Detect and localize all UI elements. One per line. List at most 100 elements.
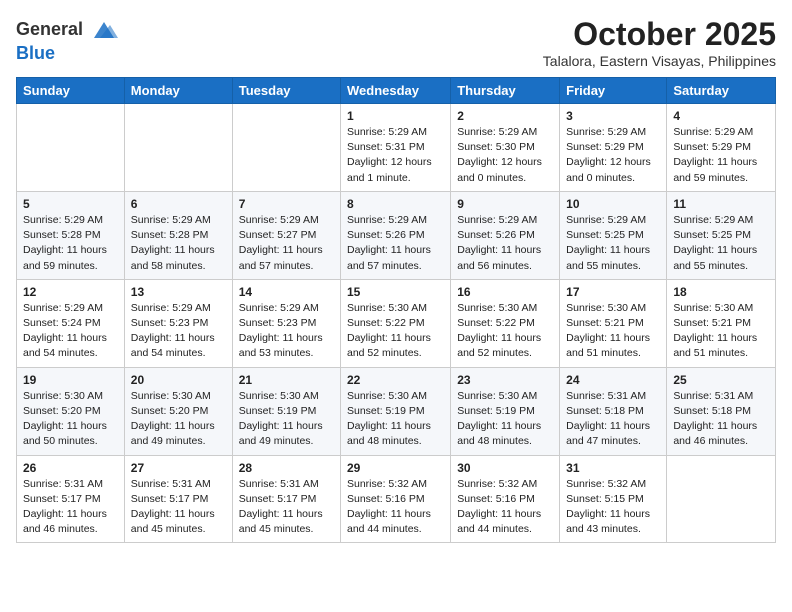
day-number: 6	[131, 197, 226, 211]
day-number: 30	[457, 461, 553, 475]
day-info: Sunrise: 5:29 AMSunset: 5:30 PMDaylight:…	[457, 125, 553, 186]
day-info: Sunrise: 5:31 AMSunset: 5:17 PMDaylight:…	[239, 477, 334, 538]
calendar-week-row: 19 Sunrise: 5:30 AMSunset: 5:20 PMDayligh…	[17, 367, 776, 455]
calendar-cell	[17, 104, 125, 192]
day-info: Sunrise: 5:29 AMSunset: 5:29 PMDaylight:…	[673, 125, 769, 186]
calendar-week-row: 5 Sunrise: 5:29 AMSunset: 5:28 PMDaylight…	[17, 191, 776, 279]
calendar-week-row: 1 Sunrise: 5:29 AMSunset: 5:31 PMDaylight…	[17, 104, 776, 192]
weekday-header: Sunday	[17, 78, 125, 104]
day-info: Sunrise: 5:29 AMSunset: 5:25 PMDaylight:…	[673, 213, 769, 274]
weekday-header: Saturday	[667, 78, 776, 104]
calendar-cell: 25 Sunrise: 5:31 AMSunset: 5:18 PMDayligh…	[667, 367, 776, 455]
day-number: 11	[673, 197, 769, 211]
calendar-cell: 24Sunrise: 5:31 AMSunset: 5:18 PMDayligh…	[560, 367, 667, 455]
day-number: 17	[566, 285, 660, 299]
day-number: 21	[239, 373, 334, 387]
day-info: Sunrise: 5:30 AMSunset: 5:21 PMDaylight:…	[566, 301, 660, 362]
day-number: 23	[457, 373, 553, 387]
weekday-header: Friday	[560, 78, 667, 104]
day-number: 20	[131, 373, 226, 387]
day-info: Sunrise: 5:31 AMSunset: 5:17 PMDaylight:…	[131, 477, 226, 538]
weekday-header: Monday	[124, 78, 232, 104]
day-number: 25	[673, 373, 769, 387]
weekday-header: Wednesday	[341, 78, 451, 104]
day-info: Sunrise: 5:30 AMSunset: 5:20 PMDaylight:…	[131, 389, 226, 450]
day-number: 14	[239, 285, 334, 299]
calendar-cell	[124, 104, 232, 192]
day-number: 28	[239, 461, 334, 475]
day-info: Sunrise: 5:29 AMSunset: 5:25 PMDaylight:…	[566, 213, 660, 274]
weekday-header: Thursday	[451, 78, 560, 104]
calendar-cell: 16 Sunrise: 5:30 AMSunset: 5:22 PMDayligh…	[451, 279, 560, 367]
day-info: Sunrise: 5:29 AMSunset: 5:24 PMDaylight:…	[23, 301, 118, 362]
day-number: 31	[566, 461, 660, 475]
calendar-cell: 14 Sunrise: 5:29 AMSunset: 5:23 PMDayligh…	[232, 279, 340, 367]
weekday-header-row: SundayMondayTuesdayWednesdayThursdayFrid…	[17, 78, 776, 104]
calendar-cell: 1 Sunrise: 5:29 AMSunset: 5:31 PMDaylight…	[341, 104, 451, 192]
day-number: 2	[457, 109, 553, 123]
day-info: Sunrise: 5:29 AMSunset: 5:26 PMDaylight:…	[457, 213, 553, 274]
day-info: Sunrise: 5:29 AMSunset: 5:31 PMDaylight:…	[347, 125, 444, 186]
day-info: Sunrise: 5:30 AMSunset: 5:22 PMDaylight:…	[457, 301, 553, 362]
calendar-cell: 4 Sunrise: 5:29 AMSunset: 5:29 PMDaylight…	[667, 104, 776, 192]
day-info: Sunrise: 5:29 AMSunset: 5:23 PMDaylight:…	[239, 301, 334, 362]
day-info: Sunrise: 5:30 AMSunset: 5:20 PMDaylight:…	[23, 389, 118, 450]
calendar-week-row: 26 Sunrise: 5:31 AMSunset: 5:17 PMDayligh…	[17, 455, 776, 543]
logo-blue: Blue	[16, 43, 55, 63]
calendar-cell: 19 Sunrise: 5:30 AMSunset: 5:20 PMDayligh…	[17, 367, 125, 455]
day-info: Sunrise: 5:30 AMSunset: 5:19 PMDaylight:…	[239, 389, 334, 450]
day-number: 22	[347, 373, 444, 387]
calendar-cell: 23Sunrise: 5:30 AMSunset: 5:19 PMDayligh…	[451, 367, 560, 455]
calendar-cell: 31 Sunrise: 5:32 AMSunset: 5:15 PMDayligh…	[560, 455, 667, 543]
day-number: 29	[347, 461, 444, 475]
logo-icon	[90, 16, 118, 44]
day-number: 12	[23, 285, 118, 299]
day-number: 7	[239, 197, 334, 211]
day-number: 10	[566, 197, 660, 211]
day-number: 26	[23, 461, 118, 475]
calendar-cell: 13Sunrise: 5:29 AMSunset: 5:23 PMDayligh…	[124, 279, 232, 367]
calendar-cell: 18Sunrise: 5:30 AMSunset: 5:21 PMDayligh…	[667, 279, 776, 367]
day-info: Sunrise: 5:32 AMSunset: 5:16 PMDaylight:…	[457, 477, 553, 538]
calendar-cell: 2 Sunrise: 5:29 AMSunset: 5:30 PMDaylight…	[451, 104, 560, 192]
day-number: 16	[457, 285, 553, 299]
weekday-header: Tuesday	[232, 78, 340, 104]
calendar-cell: 27 Sunrise: 5:31 AMSunset: 5:17 PMDayligh…	[124, 455, 232, 543]
calendar: SundayMondayTuesdayWednesdayThursdayFrid…	[16, 77, 776, 543]
day-info: Sunrise: 5:29 AMSunset: 5:28 PMDaylight:…	[131, 213, 226, 274]
calendar-cell: 29 Sunrise: 5:32 AMSunset: 5:16 PMDayligh…	[341, 455, 451, 543]
day-info: Sunrise: 5:29 AMSunset: 5:26 PMDaylight:…	[347, 213, 444, 274]
day-info: Sunrise: 5:32 AMSunset: 5:15 PMDaylight:…	[566, 477, 660, 538]
calendar-cell: 6 Sunrise: 5:29 AMSunset: 5:28 PMDaylight…	[124, 191, 232, 279]
calendar-cell: 8Sunrise: 5:29 AMSunset: 5:26 PMDaylight…	[341, 191, 451, 279]
day-info: Sunrise: 5:30 AMSunset: 5:22 PMDaylight:…	[347, 301, 444, 362]
location-title: Talalora, Eastern Visayas, Philippines	[543, 53, 776, 69]
day-info: Sunrise: 5:29 AMSunset: 5:23 PMDaylight:…	[131, 301, 226, 362]
day-number: 27	[131, 461, 226, 475]
day-info: Sunrise: 5:29 AMSunset: 5:28 PMDaylight:…	[23, 213, 118, 274]
calendar-cell: 21 Sunrise: 5:30 AMSunset: 5:19 PMDayligh…	[232, 367, 340, 455]
day-info: Sunrise: 5:29 AMSunset: 5:29 PMDaylight:…	[566, 125, 660, 186]
calendar-cell: 3Sunrise: 5:29 AMSunset: 5:29 PMDaylight…	[560, 104, 667, 192]
calendar-week-row: 12 Sunrise: 5:29 AMSunset: 5:24 PMDayligh…	[17, 279, 776, 367]
day-info: Sunrise: 5:31 AMSunset: 5:18 PMDaylight:…	[566, 389, 660, 450]
day-info: Sunrise: 5:29 AMSunset: 5:27 PMDaylight:…	[239, 213, 334, 274]
day-number: 19	[23, 373, 118, 387]
calendar-cell: 30 Sunrise: 5:32 AMSunset: 5:16 PMDayligh…	[451, 455, 560, 543]
day-info: Sunrise: 5:31 AMSunset: 5:18 PMDaylight:…	[673, 389, 769, 450]
calendar-cell: 22 Sunrise: 5:30 AMSunset: 5:19 PMDayligh…	[341, 367, 451, 455]
day-info: Sunrise: 5:32 AMSunset: 5:16 PMDaylight:…	[347, 477, 444, 538]
calendar-cell: 20 Sunrise: 5:30 AMSunset: 5:20 PMDayligh…	[124, 367, 232, 455]
header: General Blue October 2025 Talalora, East…	[16, 16, 776, 69]
month-title: October 2025	[543, 16, 776, 53]
logo: General Blue	[16, 16, 118, 64]
calendar-cell: 12 Sunrise: 5:29 AMSunset: 5:24 PMDayligh…	[17, 279, 125, 367]
day-number: 1	[347, 109, 444, 123]
calendar-cell: 11 Sunrise: 5:29 AMSunset: 5:25 PMDayligh…	[667, 191, 776, 279]
calendar-cell: 26Sunrise: 5:31 AMSunset: 5:17 PMDayligh…	[17, 455, 125, 543]
calendar-body: 1 Sunrise: 5:29 AMSunset: 5:31 PMDaylight…	[17, 104, 776, 543]
day-number: 5	[23, 197, 118, 211]
calendar-cell: 9Sunrise: 5:29 AMSunset: 5:26 PMDaylight…	[451, 191, 560, 279]
day-info: Sunrise: 5:30 AMSunset: 5:19 PMDaylight:…	[347, 389, 444, 450]
day-number: 4	[673, 109, 769, 123]
